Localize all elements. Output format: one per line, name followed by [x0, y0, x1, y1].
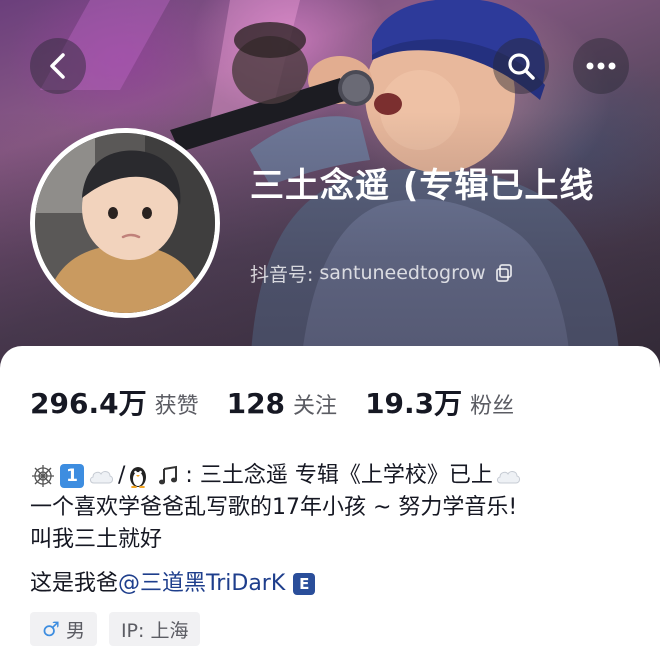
avatar-photo — [35, 133, 215, 313]
ip-text: IP: 上海 — [120, 619, 189, 642]
likes-count: 296.4万 — [30, 387, 147, 420]
followers-count: 19.3万 — [365, 387, 463, 420]
music-notes-emoji-icon — [155, 463, 181, 489]
likes-label: 获赞 — [154, 394, 199, 419]
douyin-id-value: santuneedtogrow — [319, 262, 486, 284]
copy-icon[interactable] — [494, 263, 514, 283]
following-label: 关注 — [293, 394, 338, 419]
bio-line-2: 一个喜欢学爸爸乱写歌的17年小孩 ~ 努力学音乐! — [30, 495, 518, 520]
profile-info-card: 296.4万 获赞 128 关注 19.3万 粉丝 1 /: 三土念遥 专辑《… — [0, 346, 660, 657]
cloud-emoji-icon — [88, 463, 114, 489]
dad-mention-link[interactable]: @三道黑TriDarK — [118, 568, 285, 600]
avatar[interactable] — [30, 128, 220, 318]
gender-text: 男 — [65, 619, 85, 642]
douyin-id-row[interactable]: 抖音号: santuneedtogrow — [250, 258, 514, 288]
followers-label: 粉丝 — [470, 394, 515, 419]
male-icon: ♂ — [42, 617, 60, 641]
bio: 1 / : 三土念遥 专辑《上学校》已上 一个喜欢学爸爸乱写歌的17年小孩 ~ … — [30, 460, 640, 556]
search-button[interactable] — [493, 38, 549, 94]
more-button[interactable] — [573, 38, 629, 94]
bio-line-1-text: : 三土念遥 专辑《上学校》已上 — [185, 463, 493, 488]
cloud-emoji-icon — [495, 463, 521, 489]
douyin-id-label: 抖音号: — [250, 263, 314, 286]
back-button[interactable] — [30, 38, 86, 94]
profile-nickname: 三土念遥 (专辑已上线 — [250, 166, 595, 206]
profile-tags: ♂ 男 IP: 上海 — [30, 612, 212, 646]
bio-line-1: 1 / : 三土念遥 专辑《上学校》已上 — [30, 460, 640, 492]
bio-line-3: 叫我三土就好 — [30, 527, 163, 552]
ip-tag: IP: 上海 — [108, 612, 201, 646]
following-count: 128 — [226, 387, 286, 420]
stats-row: 296.4万 获赞 128 关注 19.3万 粉丝 — [30, 382, 542, 422]
verified-badge-icon: E — [293, 573, 316, 595]
stat-likes[interactable]: 296.4万 获赞 — [30, 382, 199, 422]
penguin-emoji-icon — [125, 463, 151, 489]
spiderweb-emoji-icon — [30, 463, 56, 489]
search-icon — [508, 53, 535, 80]
keycap-one-emoji-icon: 1 — [60, 464, 84, 488]
back-chevron-icon — [50, 53, 65, 79]
dad-mention-line: 这是我爸 @三道黑TriDarK E — [30, 568, 316, 600]
more-dots-icon — [586, 62, 616, 70]
stat-followers[interactable]: 19.3万 粉丝 — [365, 382, 514, 422]
stat-following[interactable]: 128 关注 — [227, 387, 337, 420]
bio-separator: / — [118, 463, 126, 488]
dad-prefix: 这是我爸 — [30, 571, 119, 596]
gender-tag: ♂ 男 — [30, 612, 97, 646]
